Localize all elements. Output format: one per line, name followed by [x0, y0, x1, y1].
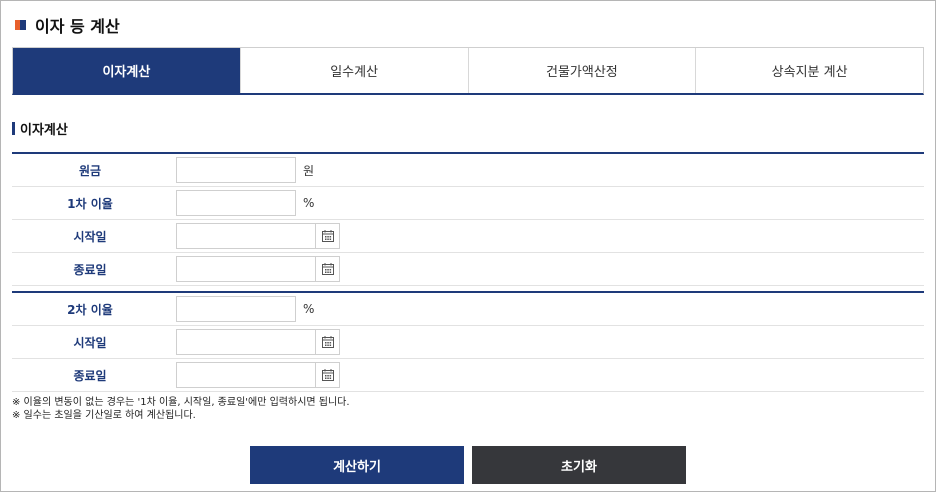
rate1-label: 1차 이율 [12, 187, 168, 219]
start2-label: 시작일 [12, 326, 168, 358]
brand-mark-icon [15, 19, 27, 31]
calendar-icon[interactable] [316, 256, 340, 282]
section-bar-icon [12, 122, 15, 135]
page-title: 이자 등 계산 [35, 17, 120, 36]
principal-label: 원금 [12, 154, 168, 186]
second-rate-form: 2차 이율 % 시작일 종료일 [12, 291, 924, 392]
principal-unit: 원 [303, 163, 315, 178]
end1-date-input[interactable] [176, 256, 316, 282]
calendar-icon[interactable] [316, 223, 340, 249]
tab-bar: 이자계산 일수계산 건물가액산정 상속지분 계산 [12, 47, 924, 95]
calendar-icon[interactable] [316, 362, 340, 388]
start2-date-input[interactable] [176, 329, 316, 355]
help-notes: ※ 이율의 변동이 없는 경우는 '1차 이율, 시작일, 종료일'에만 입력하… [12, 396, 350, 422]
page-frame: 이자 등 계산 이자계산 일수계산 건물가액산정 상속지분 계산 이자계산 원금… [0, 0, 936, 492]
start1-label: 시작일 [12, 220, 168, 252]
tab-inheritance-share[interactable]: 상속지분 계산 [695, 48, 923, 93]
form-row-rate2: 2차 이율 % [12, 293, 924, 326]
reset-button[interactable]: 초기화 [472, 446, 686, 484]
form-row-start2: 시작일 [12, 326, 924, 359]
note-rate-change: ※ 이율의 변동이 없는 경우는 '1차 이율, 시작일, 종료일'에만 입력하… [12, 397, 350, 408]
calendar-icon[interactable] [316, 329, 340, 355]
page-header: 이자 등 계산 [15, 15, 120, 36]
end1-label: 종료일 [12, 253, 168, 285]
start1-date-input[interactable] [176, 223, 316, 249]
note-day-count: ※ 일수는 초일을 기산일로 하여 계산됩니다. [12, 410, 196, 421]
form-row-start1: 시작일 [12, 220, 924, 253]
end2-label: 종료일 [12, 359, 168, 391]
form-row-rate1: 1차 이율 % [12, 187, 924, 220]
form-row-end1: 종료일 [12, 253, 924, 286]
section-title: 이자계산 [12, 119, 68, 138]
end2-date-input[interactable] [176, 362, 316, 388]
rate2-unit: % [303, 302, 315, 316]
form-row-end2: 종료일 [12, 359, 924, 392]
calculate-button[interactable]: 계산하기 [250, 446, 464, 484]
rate1-input[interactable] [176, 190, 296, 216]
tab-day-count[interactable]: 일수계산 [239, 48, 468, 93]
form-row-principal: 원금 원 [12, 154, 924, 187]
rate2-label: 2차 이율 [12, 293, 168, 325]
tab-interest-calc[interactable]: 이자계산 [13, 48, 240, 93]
section-title-text: 이자계산 [20, 123, 68, 138]
rate1-unit: % [303, 196, 315, 210]
first-rate-form: 원금 원 1차 이율 % 시작일 종료일 [12, 152, 924, 286]
rate2-input[interactable] [176, 296, 296, 322]
tab-building-value[interactable]: 건물가액산정 [467, 48, 696, 93]
principal-input[interactable] [176, 157, 296, 183]
